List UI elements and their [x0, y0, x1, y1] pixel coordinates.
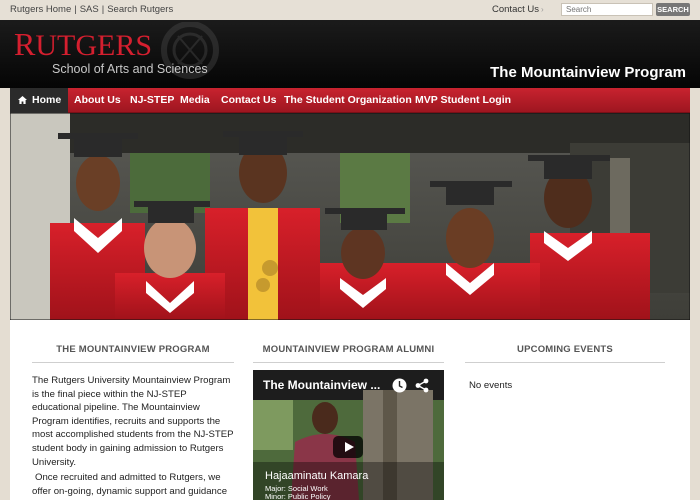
events-heading: UPCOMING EVENTS: [517, 344, 613, 355]
program-paragraph-2: Once recruited and admitted to Rutgers, …: [32, 472, 228, 500]
divider: |: [74, 4, 77, 15]
contact-us-label: Contact Us: [492, 4, 539, 15]
main-nav: Home About Us NJ-STEP Media Contact Us T…: [10, 88, 690, 113]
rutgers-logo[interactable]: RUTGERS: [14, 26, 152, 63]
share-icon[interactable]: [415, 378, 429, 393]
utility-links: Rutgers Home | SAS | Search Rutgers: [10, 4, 173, 15]
logo-rest: UTGERS: [35, 29, 153, 62]
graduates-photo-icon: [10, 113, 690, 320]
alumni-name: Hajaaminatu Kamara: [265, 470, 369, 482]
home-icon: [18, 96, 27, 104]
hero-image: [10, 113, 690, 320]
logo-initial: R: [14, 26, 36, 62]
alumni-minor: Minor: Public Policy: [265, 492, 331, 500]
divider: [32, 362, 234, 363]
nav-item-contact-us[interactable]: Contact Us: [221, 88, 276, 113]
divider: |: [101, 4, 105, 15]
divider: [253, 362, 444, 363]
nav-item-home[interactable]: Home: [10, 88, 68, 113]
utility-bar: Rutgers Home | SAS | Search Rutgers Contact …: [0, 0, 700, 20]
video-title[interactable]: The Mountainview ...: [263, 378, 380, 392]
no-events-message: No events: [469, 380, 513, 391]
nav-label-home: Home: [32, 94, 62, 106]
nav-item-about-us[interactable]: About Us: [74, 88, 121, 113]
program-description: The Rutgers University Mountainview Prog…: [32, 374, 234, 500]
program-heading: THE MOUNTAINVIEW PROGRAM: [56, 344, 210, 355]
program-paragraph-1: The Rutgers University Mountainview Prog…: [32, 375, 234, 468]
search-input[interactable]: [561, 3, 653, 16]
alumni-heading: MOUNTAINVIEW PROGRAM ALUMNI: [262, 344, 435, 355]
search-button[interactable]: SEARCH: [656, 3, 690, 16]
chevron-right-icon: ›: [541, 5, 544, 14]
content-area: THE MOUNTAINVIEW PROGRAM The Rutgers Uni…: [10, 320, 690, 500]
program-title: The Mountainview Program: [490, 64, 686, 81]
nav-item-media[interactable]: Media: [180, 88, 210, 113]
contact-us-link[interactable]: Contact Us ›: [492, 4, 544, 15]
nav-item-mvp-student-login[interactable]: MVP Student Login: [415, 88, 511, 113]
nav-item-nj-step[interactable]: NJ-STEP: [130, 88, 174, 113]
play-button[interactable]: [333, 436, 363, 458]
watch-later-icon[interactable]: [392, 378, 407, 393]
site-header: RUTGERS School of Arts and Sciences The …: [0, 20, 700, 88]
school-name: School of Arts and Sciences: [52, 62, 208, 76]
nav-item-student-organization[interactable]: The Student Organization: [284, 88, 412, 113]
divider: [465, 362, 665, 363]
link-rutgers-home[interactable]: Rutgers Home: [10, 4, 71, 15]
alumni-video-player[interactable]: The Mountainview ... Hajaaminatu Kamara …: [253, 370, 444, 500]
link-sas[interactable]: SAS: [80, 4, 99, 15]
link-search-rutgers[interactable]: Search Rutgers: [107, 4, 173, 15]
